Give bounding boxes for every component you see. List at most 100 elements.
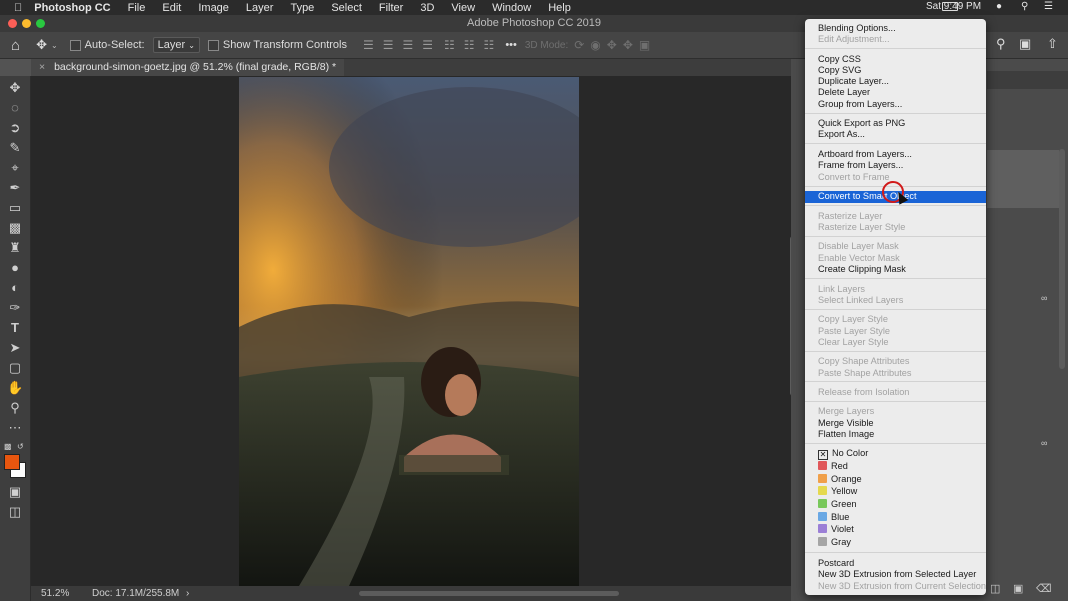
edit-toolbar-icon[interactable]: ⋯ [7, 420, 23, 436]
menu-item-frame-from-layers[interactable]: Frame from Layers... [818, 160, 903, 170]
new-group-icon[interactable]: ◫ [990, 582, 1000, 595]
document-image[interactable] [239, 77, 579, 586]
menu-type[interactable]: Type [290, 2, 314, 14]
auto-select-checkbox[interactable] [69, 39, 85, 51]
menu-item-delete-layer[interactable]: Delete Layer [818, 87, 870, 97]
workspace-icon[interactable]: ▣ [1019, 36, 1031, 52]
distribute-icons[interactable]: ☷☷☷ [444, 38, 503, 52]
tool-preset-chevron-icon[interactable]: ⌄ [51, 41, 58, 50]
menu-item-blending-options[interactable]: Blending Options... [818, 23, 896, 33]
rectangle-tool-icon[interactable]: ▢ [7, 360, 23, 376]
horizontal-scrollbar[interactable] [359, 591, 619, 596]
marquee-tool-icon[interactable]: ◌ [7, 100, 23, 116]
pen-tool-icon[interactable]: ✑ [7, 300, 23, 316]
menu-item-new-3d-extrusion-selected-layer[interactable]: New 3D Extrusion from Selected Layer [818, 569, 976, 579]
menu-item-rasterize-layer-style: Rasterize Layer Style [818, 222, 906, 232]
show-transform-checkbox[interactable] [207, 39, 223, 51]
status-arrow-icon[interactable]: › [186, 586, 189, 601]
zoom-level[interactable]: 51.2% [41, 586, 69, 601]
menu-file[interactable]: File [128, 2, 146, 14]
menu-item-green[interactable]: Green [818, 499, 857, 509]
document-tab[interactable]: × background-simon-goetz.jpg @ 51.2% (fi… [31, 59, 345, 76]
menu-item-merge-visible[interactable]: Merge Visible [818, 418, 874, 428]
menu-item-create-clipping-mask[interactable]: Create Clipping Mask [818, 264, 906, 274]
spotlight-search-icon[interactable]: ⚲ [1021, 1, 1028, 12]
menu-item-quick-export-png[interactable]: Quick Export as PNG [818, 118, 905, 128]
align-icons[interactable]: ☰☰☰☰ [363, 38, 442, 52]
panels-scrollbar[interactable] [1059, 149, 1065, 369]
menu-item-yellow[interactable]: Yellow [818, 486, 857, 496]
menu-edit[interactable]: Edit [162, 2, 181, 14]
crop-tool-icon[interactable]: ⌖ [7, 160, 23, 176]
eyedropper-tool-icon[interactable]: ✒ [7, 180, 23, 196]
menu-item-gray[interactable]: Gray [818, 537, 851, 547]
notification-center-icon[interactable]: ☰ [1044, 1, 1053, 12]
zoom-window-button[interactable] [36, 19, 45, 28]
share-icon[interactable]: ⇧ [1047, 36, 1058, 52]
stamp-tool-icon[interactable]: ♜ [7, 240, 23, 256]
delete-layer-icon[interactable]: ⌫ [1036, 582, 1052, 595]
menu-item-artboard-from-layers[interactable]: Artboard from Layers... [818, 149, 912, 159]
quick-mask-icon[interactable]: ▣ [7, 484, 23, 500]
user-icon[interactable]: ● [996, 1, 1002, 12]
apple-icon[interactable]:  [14, 2, 22, 14]
menu-item-link-layers: Link Layers [818, 284, 865, 294]
menu-filter[interactable]: Filter [379, 2, 403, 14]
menu-item-orange[interactable]: Orange [818, 474, 862, 484]
menu-select[interactable]: Select [331, 2, 362, 14]
screen-mode-icon[interactable]: ◫ [7, 504, 23, 520]
link-icon-2[interactable]: ∞ [1041, 438, 1047, 448]
more-options-button[interactable]: ••• [505, 39, 517, 51]
swap-colors-icon[interactable]: ↺ [17, 442, 24, 451]
close-window-button[interactable] [8, 19, 17, 28]
menu-item-export-as[interactable]: Export As... [818, 129, 865, 139]
menu-item-duplicate-layer[interactable]: Duplicate Layer... [818, 76, 889, 86]
status-bar: 51.2% Doc: 17.1M/255.8M › [31, 586, 791, 601]
default-colors-icon[interactable]: ▩ [4, 442, 12, 451]
menu-item-red[interactable]: Red [818, 461, 848, 471]
menu-item-group-from-layers[interactable]: Group from Layers... [818, 99, 902, 109]
menu-view[interactable]: View [451, 2, 475, 14]
auto-select-dropdown[interactable]: Layer ⌄ [152, 37, 200, 53]
menu-item-violet[interactable]: Violet [818, 524, 854, 534]
gradient-tool-icon[interactable]: ▩ [7, 220, 23, 236]
menu-item-no-color[interactable]: ✕ No Color [818, 448, 868, 460]
menu-item-edit-adjustment: Edit Adjustment... [818, 34, 890, 44]
move-tool-icon[interactable]: ✥ [36, 37, 47, 53]
foreground-color-swatch[interactable] [4, 454, 20, 470]
close-tab-icon[interactable]: × [39, 61, 45, 73]
layer-row-selected[interactable] [987, 150, 1059, 208]
menu-image[interactable]: Image [198, 2, 229, 14]
menu-separator [805, 143, 986, 144]
minimize-window-button[interactable] [22, 19, 31, 28]
menu-item-blue[interactable]: Blue [818, 512, 849, 522]
zoom-tool-icon[interactable]: ⚲ [7, 400, 23, 416]
menu-item-copy-css[interactable]: Copy CSS [818, 54, 861, 64]
new-layer-icon[interactable]: ▣ [1013, 582, 1023, 595]
menu-item-flatten-image[interactable]: Flatten Image [818, 429, 874, 439]
healing-brush-tool-icon[interactable]: ▭ [7, 200, 23, 216]
dodge-tool-icon[interactable]: ◐ [7, 280, 23, 296]
search-icon[interactable]: ⚲ [996, 36, 1006, 52]
blur-tool-icon[interactable]: ● [7, 260, 23, 276]
type-tool-icon[interactable]: T [7, 320, 23, 336]
menu-item-postcard[interactable]: Postcard [818, 558, 854, 568]
path-selection-tool-icon[interactable]: ➤ [7, 340, 23, 356]
menu-separator [805, 351, 986, 352]
menu-layer[interactable]: Layer [246, 2, 274, 14]
menu-item-copy-svg[interactable]: Copy SVG [818, 65, 861, 75]
quick-selection-tool-icon[interactable]: ✎ [7, 140, 23, 156]
checked-x-icon: ✕ [818, 450, 828, 460]
hand-tool-icon[interactable]: ✋ [7, 380, 23, 396]
window-title: Adobe Photoshop CC 2019 [467, 17, 601, 29]
lasso-tool-icon[interactable]: ➲ [7, 120, 23, 136]
link-icon[interactable]: ∞ [1041, 293, 1047, 303]
menu-app-name[interactable]: Photoshop CC [34, 2, 110, 14]
home-icon[interactable]: ⌂ [11, 37, 20, 54]
clock-text[interactable]: Sat 9:49 PM [926, 1, 981, 12]
move-tool-icon[interactable]: ✥ [7, 80, 23, 96]
menu-3d[interactable]: 3D [420, 2, 434, 14]
violet-swatch [818, 524, 827, 533]
menu-window[interactable]: Window [492, 2, 531, 14]
menu-help[interactable]: Help [548, 2, 571, 14]
